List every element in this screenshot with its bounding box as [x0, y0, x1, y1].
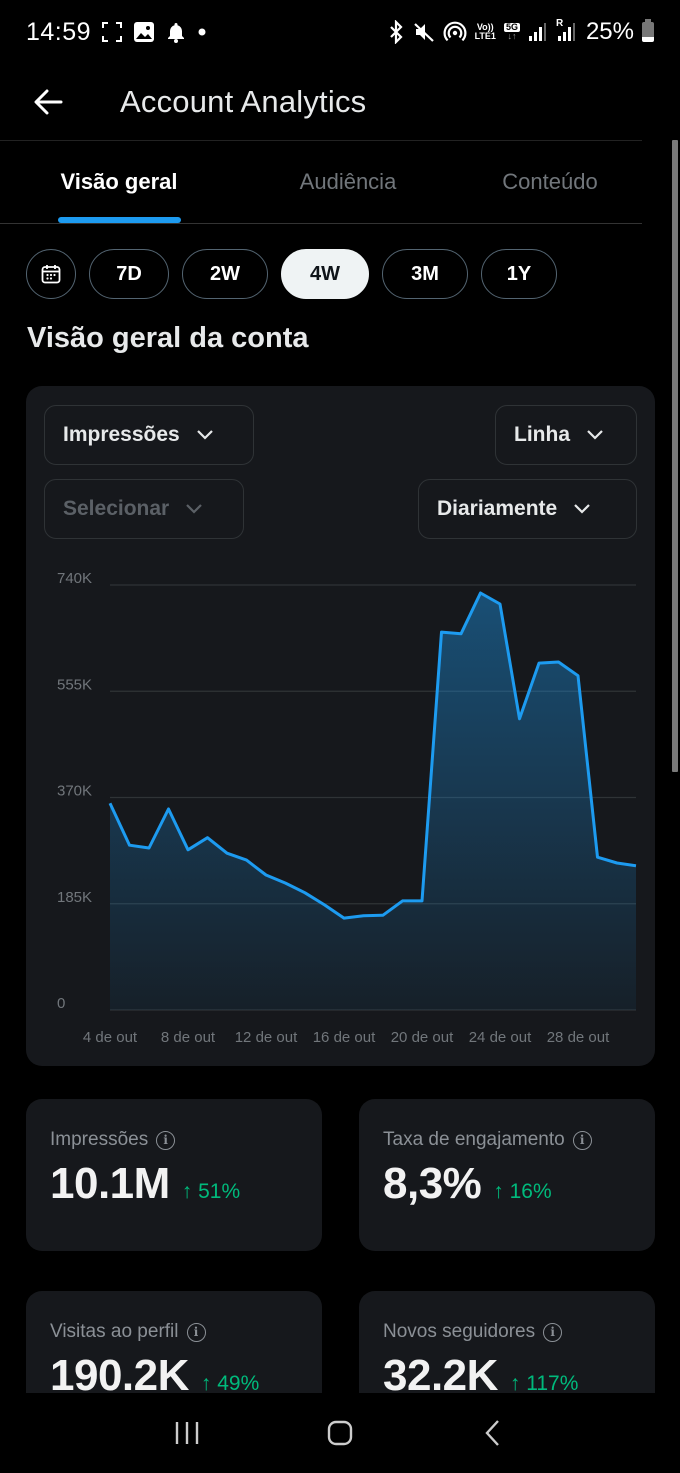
bluetooth-icon: [387, 20, 405, 44]
tab-overview[interactable]: Visão geral: [0, 141, 238, 223]
status-bar: 14:59 Vo)) LTE1 5G ↓↑ R 25%: [0, 0, 680, 64]
calendar-icon: [41, 265, 61, 284]
chart-card: Impressões Linha Selecionar Diariamente …: [26, 386, 655, 1066]
metric-card-impressions[interactable]: Impressões i 10.1M ↑ 51%: [26, 1099, 322, 1251]
y-tick-label: 370K: [57, 783, 92, 800]
x-tick-label: 4 de out: [83, 1029, 138, 1046]
battery-icon: [642, 19, 654, 42]
5g-icon: 5G ↓↑: [503, 22, 520, 41]
range-4w[interactable]: 4W: [281, 249, 369, 299]
home-icon: [327, 1420, 353, 1446]
system-nav-bar: [0, 1393, 680, 1473]
recent-apps-icon: [175, 1422, 198, 1444]
x-tick-label: 20 de out: [391, 1029, 454, 1046]
range-2w[interactable]: 2W: [182, 249, 268, 299]
back-icon: [485, 1420, 500, 1446]
calendar-button[interactable]: [26, 249, 76, 299]
x-tick-label: 16 de out: [313, 1029, 376, 1046]
info-icon[interactable]: i: [186, 1322, 206, 1342]
x-tick-label: 12 de out: [235, 1029, 298, 1046]
signal-icon: [528, 21, 548, 43]
roaming-signal-icon: R: [556, 19, 578, 43]
status-bar-left: 14:59: [26, 18, 207, 47]
y-tick-label: 185K: [57, 889, 92, 906]
tab-label: Conteúdo: [502, 169, 598, 194]
volte-icon: Vo)) LTE1: [474, 22, 496, 41]
metric-label: Taxa de engajamento: [383, 1129, 565, 1150]
metric-value: 8,3%: [383, 1159, 482, 1208]
screenshot-frame-icon: [101, 21, 123, 43]
system-back-button[interactable]: [463, 1403, 523, 1463]
metric-card-engagement-rate[interactable]: Taxa de engajamento i 8,3% ↑ 16%: [359, 1099, 655, 1251]
metric-label: Novos seguidores: [383, 1321, 536, 1342]
battery-percent: 25%: [585, 18, 634, 45]
active-tab-indicator: [58, 217, 181, 223]
metric-label: Visitas ao perfil: [50, 1321, 179, 1342]
info-icon[interactable]: i: [543, 1322, 563, 1342]
page-title: Account Analytics: [120, 84, 367, 119]
tab-label: Visão geral: [60, 169, 178, 194]
date-range-selector: 7D 2W 4W 3M 1Y: [26, 249, 557, 299]
range-7d[interactable]: 7D: [89, 249, 169, 299]
back-button[interactable]: [28, 82, 68, 122]
arrow-left-icon: [34, 89, 63, 115]
bell-icon: [165, 21, 187, 43]
metric-change: ↑ 51%: [181, 1180, 241, 1203]
range-3m[interactable]: 3M: [382, 249, 468, 299]
gallery-icon: [133, 21, 155, 43]
mute-icon: [413, 21, 435, 43]
tab-audience[interactable]: Audiência: [238, 141, 458, 223]
status-bar-right: Vo)) LTE1 5G ↓↑ R 25%: [387, 18, 654, 46]
range-1y[interactable]: 1Y: [481, 249, 557, 299]
info-icon[interactable]: i: [156, 1130, 176, 1150]
x-tick-label: 28 de out: [547, 1029, 610, 1046]
metric-value: 10.1M: [50, 1159, 170, 1208]
metric-label: Impressões: [50, 1129, 149, 1150]
y-tick-label: 740K: [57, 570, 92, 587]
recent-apps-button[interactable]: [157, 1403, 217, 1463]
y-tick-label: 555K: [57, 676, 92, 693]
tab-bar: Visão geral Audiência Conteúdo: [0, 140, 642, 224]
tab-label: Audiência: [299, 169, 397, 194]
metric-change: ↑ 16%: [493, 1180, 552, 1203]
x-tick-label: 24 de out: [469, 1029, 532, 1046]
scrollbar[interactable]: [672, 140, 678, 772]
section-title: Visão geral da conta: [27, 322, 309, 354]
series-area: [110, 593, 636, 1010]
x-tick-label: 8 de out: [161, 1029, 216, 1046]
home-button[interactable]: [310, 1403, 370, 1463]
app-header: Account Analytics: [0, 64, 680, 140]
hotspot-icon: [443, 20, 467, 44]
tab-content[interactable]: Conteúdo: [458, 141, 642, 223]
clock: 14:59: [26, 17, 92, 46]
y-tick-label: 0: [57, 995, 65, 1012]
info-icon[interactable]: i: [572, 1130, 592, 1150]
dot-icon: [197, 27, 207, 37]
impressions-chart: 0 185K 370K 555K 740K 4 de out 8 de out 12 de …: [57, 570, 637, 1046]
